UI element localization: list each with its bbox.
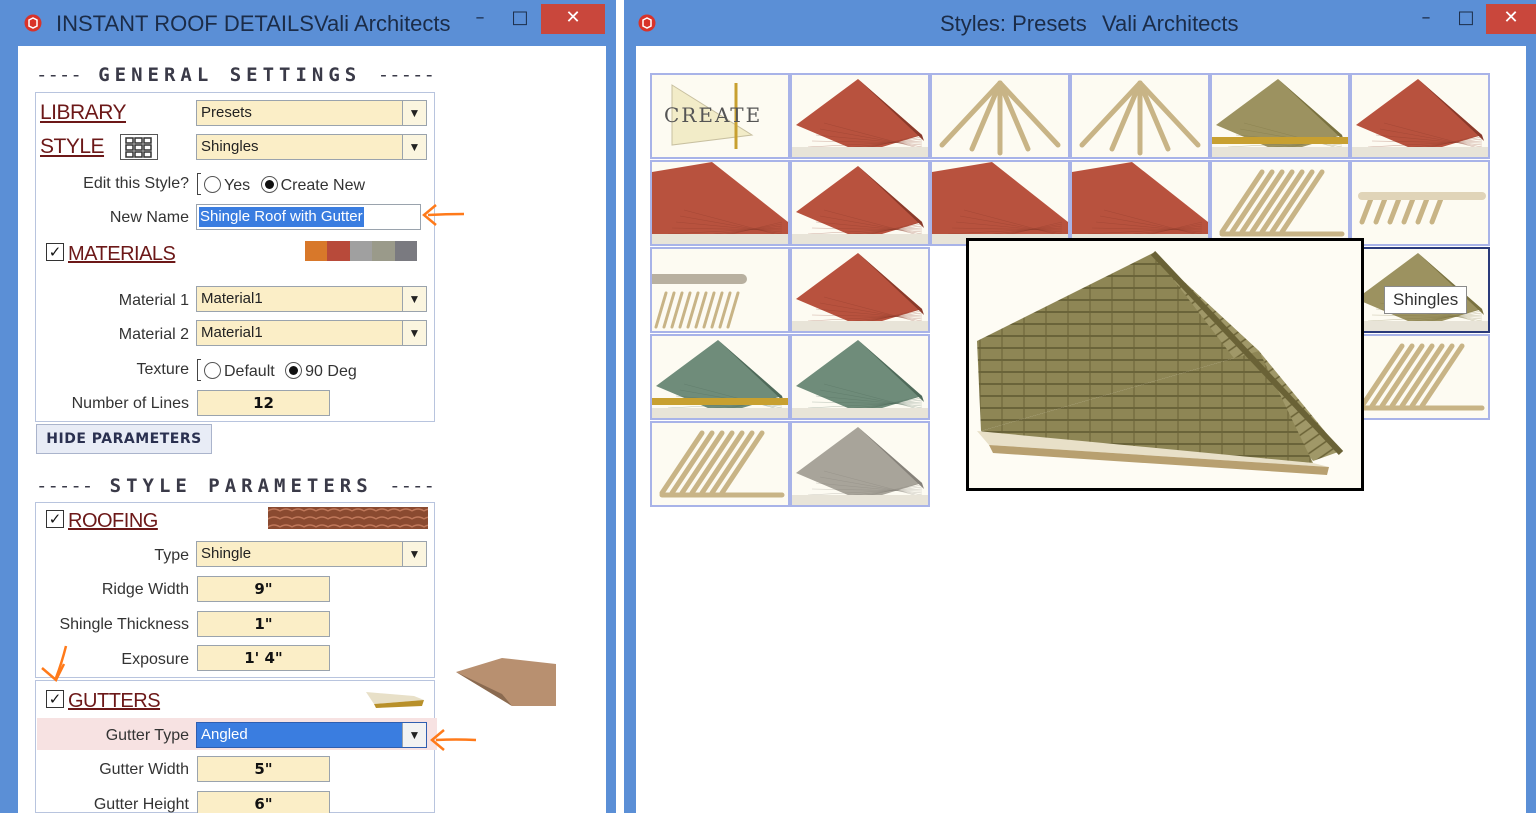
chevron-down-icon[interactable]: ▼ (402, 723, 426, 747)
ridge-width-input[interactable]: 9" (197, 576, 330, 602)
style-label[interactable]: STYLE (40, 135, 105, 159)
type-select[interactable]: Shingle ▼ (196, 541, 427, 567)
style-tile[interactable] (790, 247, 930, 333)
arrow-annotation-icon (430, 729, 477, 751)
grid-view-icon[interactable] (120, 134, 158, 160)
style-tile[interactable] (930, 73, 1070, 159)
style-tile[interactable] (790, 334, 930, 420)
sketchup-icon (638, 14, 656, 32)
ridge-width-label: Ridge Width (101, 581, 189, 598)
material-swatch (327, 241, 350, 261)
gutters-label[interactable]: GUTTERS (68, 690, 161, 713)
style-parameters-heading: ----- STYLE PARAMETERS ---- (36, 475, 435, 497)
style-tile[interactable] (790, 421, 930, 507)
style-tile[interactable] (650, 247, 790, 333)
material-swatch (305, 241, 328, 261)
material1-select[interactable]: Material1 ▼ (196, 286, 427, 312)
chevron-down-icon[interactable]: ▼ (402, 287, 426, 311)
gutter-height-label: Gutter Height (93, 796, 189, 813)
material2-label: Material 2 (118, 326, 189, 343)
style-tile[interactable] (1350, 160, 1490, 246)
texture-default-radio[interactable] (204, 362, 221, 379)
minimize-button[interactable]: – (1404, 4, 1448, 34)
style-tile[interactable] (790, 73, 930, 159)
roofing-checkbox[interactable]: ✓ (46, 510, 64, 528)
gutter-type-label: Gutter Type (105, 727, 189, 744)
gutter-thumbnail-image (366, 692, 424, 708)
edit-style-radio-group: Yes Create New (197, 173, 365, 195)
lines-input[interactable]: 12 (197, 390, 330, 416)
material-swatch (394, 241, 418, 261)
right-titlebar[interactable]: Styles: Presets Vali Architects – □ ✕ (624, 0, 1536, 46)
create-tile-label: CREATE (664, 103, 763, 127)
texture-radio-group: Default 90 Deg (197, 359, 357, 381)
shingle-thickness-label: Shingle Thickness (59, 616, 189, 633)
gutter-type-select[interactable]: Angled ▼ (196, 722, 427, 748)
gutter-height-input[interactable]: 6" (197, 791, 330, 813)
gutter-width-input[interactable]: 5" (197, 756, 330, 782)
style-tile[interactable] (650, 160, 790, 246)
edit-style-label: Edit this Style? (83, 175, 189, 192)
create-style-tile[interactable]: CREATE (650, 73, 790, 159)
roofing-swatch-image (268, 507, 428, 529)
chevron-down-icon[interactable]: ▼ (402, 321, 426, 345)
texture-90-radio[interactable] (285, 362, 303, 379)
library-label[interactable]: LIBRARY (40, 101, 127, 125)
minimize-button[interactable]: – (458, 4, 502, 34)
style-tile[interactable] (1070, 160, 1210, 246)
texture-label: Texture (136, 361, 189, 378)
library-select[interactable]: Presets ▼ (196, 100, 427, 126)
materials-label[interactable]: MATERIALS (68, 243, 176, 266)
edit-yes-radio[interactable] (204, 176, 221, 193)
shingle-thickness-input[interactable]: 1" (197, 611, 330, 637)
left-titlebar[interactable]: INSTANT ROOF DETAILS Vali Architects – □… (0, 0, 616, 46)
sketchup-icon (24, 14, 42, 32)
arrow-annotation-icon (422, 204, 465, 226)
style-select[interactable]: Shingles ▼ (196, 134, 427, 160)
style-tile[interactable] (1070, 73, 1210, 159)
material-swatch (372, 241, 395, 261)
style-tile[interactable] (1210, 160, 1350, 246)
shingle-roof-preview-image (977, 250, 1344, 475)
maximize-button[interactable]: □ (1444, 4, 1488, 34)
gutter-width-label: Gutter Width (99, 761, 189, 778)
new-name-input[interactable]: Shingle Roof with Gutter (196, 204, 421, 230)
material2-select[interactable]: Material1 ▼ (196, 320, 427, 346)
type-label: Type (154, 547, 189, 564)
maximize-button[interactable]: □ (498, 4, 542, 34)
material1-label: Material 1 (118, 292, 189, 309)
style-tile[interactable] (1210, 73, 1350, 159)
hide-parameters-button[interactable]: HIDE PARAMETERS (36, 424, 212, 454)
style-tile[interactable] (930, 160, 1070, 246)
gutters-checkbox[interactable]: ✓ (46, 690, 64, 708)
arrow-annotation-icon (41, 645, 68, 682)
material-swatch (349, 241, 373, 261)
chevron-down-icon[interactable]: ▼ (402, 135, 426, 159)
general-settings-heading: ---- GENERAL SETTINGS ----- (36, 64, 435, 86)
close-button[interactable]: ✕ (1486, 4, 1536, 34)
edit-create-new-radio[interactable] (260, 176, 278, 193)
material-swatches (305, 241, 418, 261)
exposure-input[interactable]: 1' 4" (197, 645, 330, 671)
chevron-down-icon[interactable]: ▼ (402, 542, 426, 566)
materials-checkbox[interactable]: ✓ (46, 243, 64, 261)
style-tile[interactable] (650, 334, 790, 420)
window-title: Styles: Presets (940, 11, 1087, 36)
window-subtitle: Vali Architects (314, 11, 451, 36)
window-subtitle: Vali Architects (1102, 11, 1239, 36)
new-name-label: New Name (109, 209, 189, 226)
lines-label: Number of Lines (71, 395, 189, 412)
roofing-label[interactable]: ROOFING (68, 510, 158, 533)
style-tile[interactable] (790, 160, 930, 246)
window-title: INSTANT ROOF DETAILS (56, 11, 314, 36)
style-preview-popup (966, 238, 1364, 491)
gutter-profile-preview (456, 658, 556, 706)
close-button[interactable]: ✕ (541, 4, 605, 34)
style-tile[interactable] (650, 421, 790, 507)
style-tooltip: Shingles (1384, 286, 1468, 314)
chevron-down-icon[interactable]: ▼ (402, 101, 426, 125)
style-tile[interactable] (1350, 334, 1490, 420)
style-tile[interactable] (1350, 73, 1490, 159)
